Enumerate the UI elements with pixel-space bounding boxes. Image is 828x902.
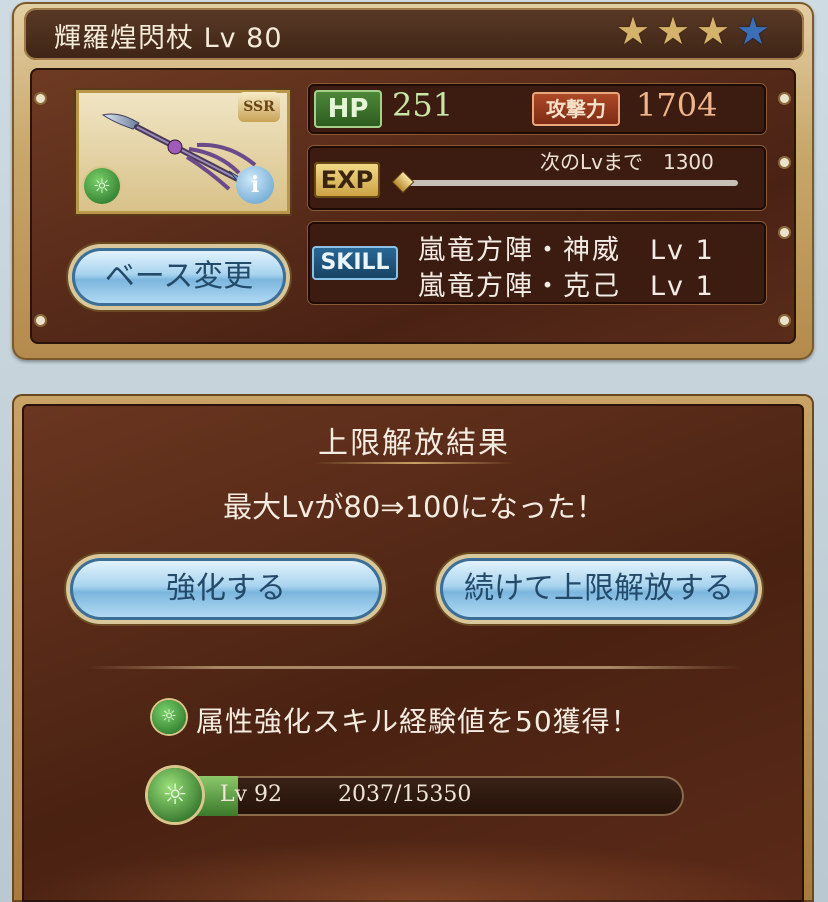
attack-label: 攻撃力 (532, 92, 620, 126)
weapon-title: 輝羅煌閃杖 Lv 80 (54, 23, 283, 54)
result-message: 最大Lvが80⇒100になった！ (223, 490, 605, 524)
wind-element-icon: ☼ (84, 168, 120, 204)
rivet (780, 158, 789, 167)
hp-label: HP (314, 90, 382, 128)
skill-entry: 嵐竜方陣・神威 Lv 1 (418, 235, 715, 266)
wind-skill-orb-icon: ☼ (148, 768, 202, 822)
title-ornament (314, 462, 514, 464)
attack-value: 1704 (636, 86, 718, 124)
uncap-result-area (22, 404, 804, 902)
star-icon: ★ (656, 9, 691, 53)
rivet (780, 228, 789, 237)
element-skill-level: Lv 92 (220, 782, 283, 807)
rivet (780, 316, 789, 325)
decorative-lace (22, 840, 804, 902)
exp-to-next-level: 次のLvまで 1300 (540, 150, 714, 174)
hp-attack-row: HP 251 攻撃力 1704 (308, 84, 766, 134)
skill-entry: 嵐竜方陣・克己 Lv 1 (418, 271, 715, 302)
weapon-title-bar: 輝羅煌閃杖 Lv 80 ★ ★ ★ ★ (24, 8, 804, 60)
wind-element-icon: ☼ (152, 700, 186, 734)
info-icon[interactable]: i (236, 166, 274, 204)
skill-exp-gain-text: 属性強化スキル経験値を50獲得！ (196, 705, 640, 738)
divider (88, 666, 740, 669)
rivet (780, 94, 789, 103)
rivet (36, 94, 45, 103)
result-title: 上限解放結果 (318, 426, 510, 461)
skill-row: SKILL 嵐竜方陣・神威 Lv 1 嵐竜方陣・克己 Lv 1 (308, 222, 766, 304)
exp-row: EXP 次のLvまで 1300 (308, 146, 766, 210)
hp-value: 251 (392, 86, 454, 124)
ssr-badge: SSR (238, 92, 280, 122)
empty-star-icon: ★ (736, 9, 771, 53)
exp-gem-icon (393, 172, 413, 192)
base-change-button[interactable]: ベース変更 (72, 248, 286, 306)
star-icon: ★ (616, 9, 651, 53)
star-icon: ★ (696, 9, 731, 53)
enhance-button[interactable]: 強化する (70, 558, 382, 620)
rivet (36, 316, 45, 325)
exp-bar (404, 180, 738, 186)
continue-uncap-button[interactable]: 続けて上限解放する (440, 558, 758, 620)
skill-label: SKILL (312, 246, 398, 280)
element-skill-progress: 2037/15350 (338, 782, 472, 807)
exp-label: EXP (314, 162, 380, 198)
